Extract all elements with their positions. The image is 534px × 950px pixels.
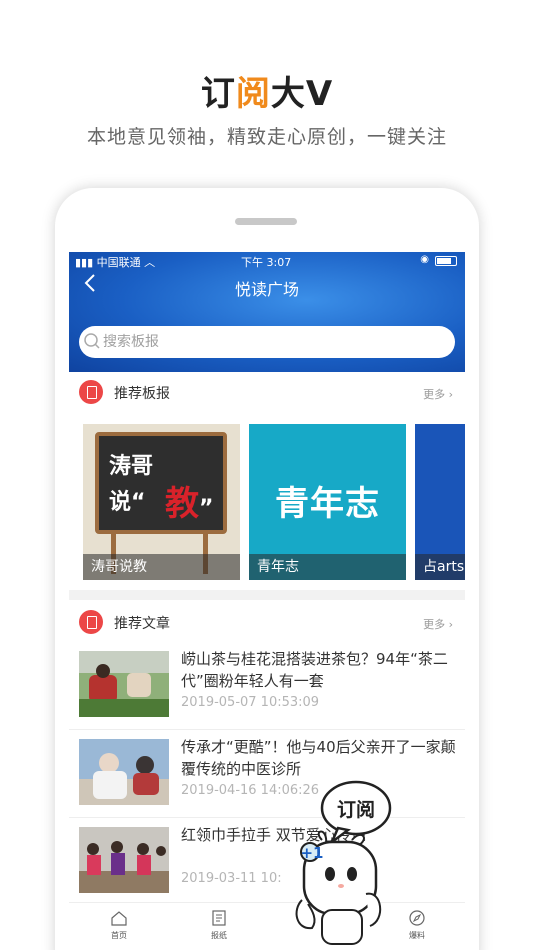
boards-more-link[interactable]: 更多 › [423, 386, 453, 402]
rotation-lock-icon: ◉ [420, 254, 429, 265]
article-thumbnail [79, 651, 169, 717]
mascot-bubble-text: 订阅 [337, 799, 375, 821]
section-divider [69, 590, 465, 600]
articles-section-header: 推荐文章 更多 › [69, 602, 465, 642]
article-date: 2019-03-11 10: [181, 871, 282, 886]
board-card[interactable]: 涛哥 说“ 教” 涛哥说教 [83, 424, 240, 580]
tab-newspaper[interactable]: 报纸 [189, 907, 249, 941]
board-cards: 涛哥 说“ 教” 涛哥说教 青年志 青年志 占arts [83, 424, 465, 580]
article-item[interactable]: 崂山茶与桂花混搭装进茶包？94年“茶二代”圈粉年轻人有一套 2019-05-07… [69, 642, 465, 730]
articles-section-label: 推荐文章 [114, 616, 170, 632]
article-thumbnail [79, 827, 169, 893]
phone-speaker [235, 218, 297, 225]
mascot-plus-text: +1 [300, 844, 323, 862]
phone-frame: ▮▮▮ 中国联通 ︿ 下午 3:07 ◉ 悦读广场 推荐板报 更多 › [55, 188, 479, 950]
search-bar[interactable] [79, 326, 455, 358]
board-art-emphasis: 教” [165, 484, 214, 524]
search-input[interactable] [103, 326, 443, 358]
chalkboard-art: 涛哥 说“ 教” [95, 432, 227, 534]
board-art-text: 说“ [109, 490, 146, 515]
compass-icon [409, 910, 425, 926]
page-title: 悦读广场 [234, 280, 299, 299]
search-icon [84, 333, 100, 349]
articles-more-link[interactable]: 更多 › [423, 616, 453, 632]
board-art-text: 涛哥 [109, 454, 154, 479]
article-item[interactable]: 传承才“更酷”！他与40后父亲开了一家颠覆传统的中医诊所 2019-04-16 … [69, 730, 465, 818]
app-screen: ▮▮▮ 中国联通 ︿ 下午 3:07 ◉ 悦读广场 推荐板报 更多 › [69, 252, 465, 950]
article-thumbnail [79, 739, 169, 805]
mascot-illustration: 订阅 +1 [295, 780, 392, 945]
board-card-caption: 占arts [415, 554, 465, 580]
promo-subtitle: 本地意见领袖，精致走心原创，一键关注 [86, 126, 447, 148]
status-bar: ▮▮▮ 中国联通 ︿ 下午 3:07 ◉ [69, 254, 465, 269]
board-card[interactable]: 青年志 青年志 [249, 424, 406, 580]
tab-label: 爆料 [409, 931, 425, 940]
article-title: 崂山茶与桂花混搭装进茶包？94年“茶二代”圈粉年轻人有一套 [181, 650, 448, 690]
carrier-label: ▮▮▮ 中国联通 ︿ [75, 256, 156, 269]
board-section-icon [79, 380, 103, 404]
board-art-text: 青年志 [275, 484, 380, 524]
board-card-caption: 青年志 [249, 554, 406, 580]
status-time: 下午 3:07 [241, 256, 292, 269]
tab-bar: 首页 报纸 爆料 [69, 902, 465, 950]
tab-home[interactable]: 首页 [89, 907, 149, 941]
article-date: 2019-05-07 10:53:09 [181, 695, 320, 710]
tab-label: 报纸 [211, 931, 227, 940]
boards-section-header: 推荐板报 更多 › [69, 372, 465, 412]
tab-label: 首页 [111, 931, 127, 940]
board-card[interactable]: 占arts [415, 424, 465, 580]
board-card-caption: 涛哥说教 [83, 554, 240, 580]
article-item[interactable]: 红领巾手拉手 双节爱心传递 2019-03-11 10: [69, 818, 465, 906]
header: ▮▮▮ 中国联通 ︿ 下午 3:07 ◉ 悦读广场 [69, 252, 465, 372]
boards-section-label: 推荐板报 [114, 386, 170, 402]
battery-icon [435, 256, 457, 266]
tab-report[interactable]: 爆料 [387, 907, 447, 941]
article-section-icon [79, 610, 103, 634]
promo-title: 订阅大V [200, 74, 334, 114]
newspaper-icon [212, 910, 226, 926]
home-icon [111, 911, 127, 926]
